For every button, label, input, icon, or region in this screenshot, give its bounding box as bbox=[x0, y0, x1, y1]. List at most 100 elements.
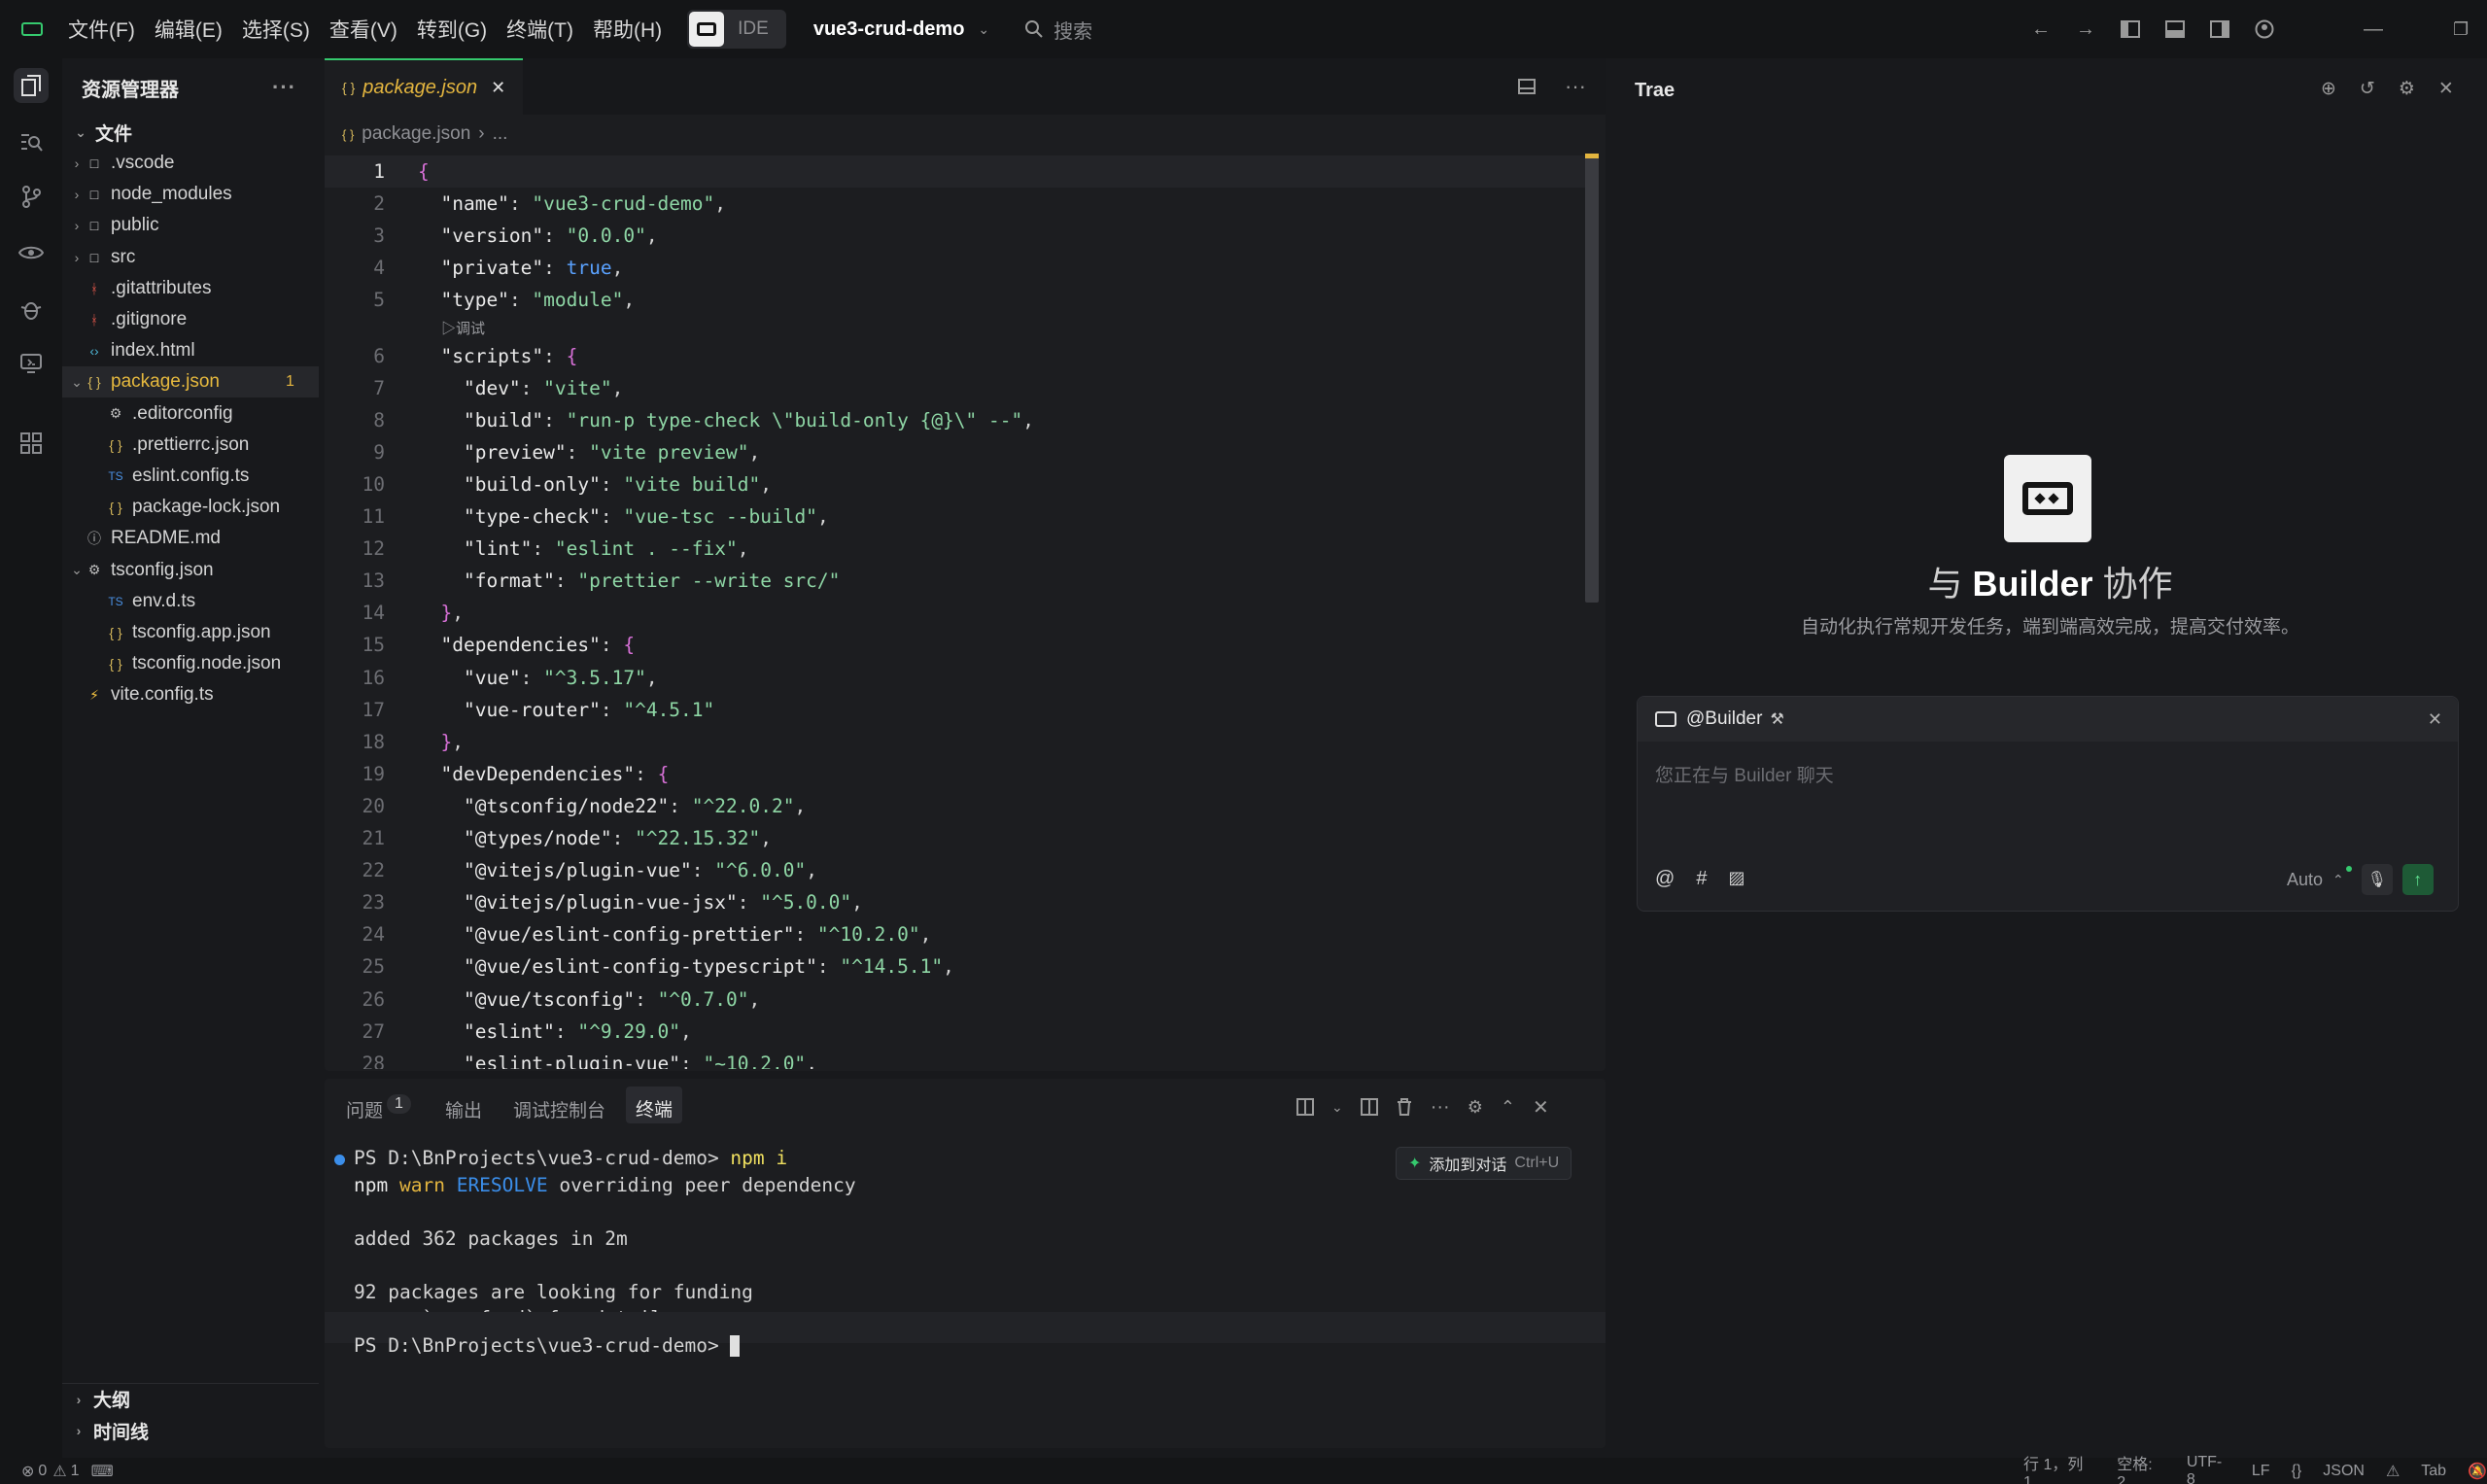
solo-mode-icon[interactable] bbox=[689, 12, 725, 47]
close-chat-icon[interactable]: ✕ bbox=[2438, 78, 2454, 100]
code-area[interactable]: 1{2 "name": "vue3-crud-demo", 3 "version"… bbox=[325, 155, 1588, 1069]
settings-gear-icon[interactable]: ⚙ bbox=[2399, 78, 2415, 100]
codelens-debug[interactable]: ▷调试 bbox=[325, 317, 1588, 340]
history-icon[interactable]: ↺ bbox=[2360, 78, 2375, 100]
more-actions-icon[interactable]: ··· bbox=[272, 75, 296, 100]
warning-count[interactable]: 1 bbox=[71, 1463, 80, 1480]
editor-scrollbar[interactable] bbox=[1585, 155, 1599, 603]
notifications-bell-icon[interactable]: 🔕 bbox=[2468, 1462, 2487, 1481]
explorer-icon[interactable] bbox=[14, 68, 49, 103]
file-tree-item[interactable]: › □ .vscode bbox=[62, 148, 319, 179]
microphone-icon[interactable]: 🎙 bbox=[2361, 864, 2393, 895]
menu-terminal[interactable]: 终端(T) bbox=[506, 15, 573, 44]
panel-more-icon[interactable]: ··· bbox=[1431, 1096, 1450, 1119]
chevron-down-icon[interactable]: ⌄ bbox=[1331, 1099, 1343, 1116]
terminal-settings-icon[interactable]: ⚙ bbox=[1468, 1097, 1483, 1118]
restore-icon[interactable]: ❐ bbox=[2453, 19, 2469, 40]
tab-problems[interactable]: 问题 bbox=[346, 1096, 383, 1122]
file-tree-item[interactable]: ⚙ .editorconfig bbox=[62, 398, 319, 430]
source-control-icon[interactable] bbox=[14, 179, 49, 214]
file-tree-item[interactable]: TS eslint.config.ts bbox=[62, 461, 319, 492]
chevron-up-icon[interactable]: ⌃ bbox=[2332, 872, 2344, 888]
cursor-position[interactable]: 行 1，列 1 bbox=[2023, 1451, 2095, 1484]
file-tree-item[interactable]: { } package-lock.json bbox=[62, 492, 319, 523]
chevron-right-icon[interactable]: › bbox=[70, 250, 84, 265]
project-name[interactable]: vue3-crud-demo bbox=[813, 18, 965, 41]
trash-icon[interactable] bbox=[1396, 1097, 1413, 1117]
preview-eye-icon[interactable] bbox=[14, 235, 49, 270]
editor-more-icon[interactable]: ··· bbox=[1565, 74, 1586, 99]
remove-agent-icon[interactable]: ✕ bbox=[2428, 709, 2442, 730]
outline-section[interactable]: › 大纲 bbox=[62, 1383, 319, 1414]
split-editor-icon[interactable] bbox=[1518, 79, 1537, 94]
maximize-panel-icon[interactable]: ⌃ bbox=[1501, 1097, 1515, 1118]
search-input[interactable]: 搜索 bbox=[1054, 16, 1092, 44]
toggle-secondary-sidebar-icon[interactable] bbox=[2210, 20, 2229, 38]
menu-go[interactable]: 转到(G) bbox=[417, 15, 487, 44]
new-chat-icon[interactable]: ⊕ bbox=[2321, 78, 2336, 100]
chevron-down-icon[interactable]: ⌄ bbox=[70, 374, 84, 391]
tab-debug-console[interactable]: 调试控制台 bbox=[513, 1096, 605, 1122]
extensions-icon[interactable] bbox=[14, 426, 49, 461]
add-to-chat-button[interactable]: ✦ 添加到对话 Ctrl+U bbox=[1396, 1147, 1572, 1180]
braces-icon[interactable]: {} bbox=[2292, 1463, 2302, 1480]
split-terminal-icon[interactable] bbox=[1360, 1098, 1378, 1116]
chevron-down-icon[interactable]: ⌄ bbox=[70, 562, 84, 578]
file-tree-item[interactable]: { } tsconfig.app.json bbox=[62, 617, 319, 648]
file-tree-item[interactable]: ⌄ ⚙ tsconfig.json bbox=[62, 555, 319, 586]
warning-icon[interactable]: ⚠ bbox=[2386, 1462, 2400, 1481]
file-tree-item[interactable]: › □ public bbox=[62, 210, 319, 241]
file-tree-item[interactable]: ⌄{ } package.json 1 bbox=[62, 366, 319, 398]
file-tree-item[interactable]: { } .prettierrc.json bbox=[62, 430, 319, 461]
explorer-root-folder[interactable]: ⌄ 文件 bbox=[62, 117, 319, 148]
menu-edit[interactable]: 编辑(E) bbox=[155, 15, 223, 44]
new-terminal-icon[interactable] bbox=[1296, 1098, 1314, 1116]
ports-icon[interactable]: ⌨ bbox=[91, 1462, 114, 1481]
file-tree-item[interactable]: › □ node_modules bbox=[62, 179, 319, 210]
codelens-label[interactable]: ▷调试 bbox=[441, 318, 485, 338]
timeline-section[interactable]: › 时间线 bbox=[62, 1415, 319, 1446]
chevron-right-icon[interactable]: › bbox=[70, 187, 84, 202]
breadcrumb-file[interactable]: package.json bbox=[362, 123, 470, 145]
tab-mode[interactable]: Tab bbox=[2421, 1463, 2446, 1480]
file-encoding[interactable]: UTF-8 bbox=[2187, 1454, 2230, 1484]
file-tree-item[interactable]: { } tsconfig.node.json bbox=[62, 648, 319, 679]
warning-icon[interactable]: ⚠ bbox=[52, 1462, 66, 1481]
debug-icon[interactable] bbox=[14, 292, 49, 327]
file-tree-item[interactable]: TS env.d.ts bbox=[62, 586, 319, 617]
model-selector[interactable]: Auto bbox=[2287, 870, 2323, 890]
chevron-right-icon[interactable]: › bbox=[70, 218, 84, 233]
breadcrumb-more[interactable]: ... bbox=[493, 123, 508, 145]
menu-help[interactable]: 帮助(H) bbox=[593, 15, 662, 44]
menu-view[interactable]: 查看(V) bbox=[329, 15, 397, 44]
hashtag-icon[interactable]: # bbox=[1696, 868, 1707, 890]
menu-file[interactable]: 文件(F) bbox=[68, 15, 135, 44]
chevron-right-icon[interactable]: › bbox=[70, 155, 84, 171]
file-tree-item[interactable]: ᚼ .gitattributes bbox=[62, 273, 319, 304]
file-tree-item[interactable]: ⓘ README.md bbox=[62, 523, 319, 554]
error-icon[interactable]: ⊗ bbox=[21, 1462, 34, 1481]
error-count[interactable]: 0 bbox=[38, 1463, 47, 1480]
file-tree-item[interactable]: ᚼ .gitignore bbox=[62, 304, 319, 335]
remote-explorer-icon[interactable] bbox=[14, 346, 49, 381]
agent-tag[interactable]: @Builder bbox=[1686, 708, 1762, 730]
image-upload-icon[interactable]: ▨ bbox=[1728, 868, 1744, 890]
forward-arrow-icon[interactable]: → bbox=[2076, 18, 2095, 41]
file-tree-item[interactable]: ‹› index.html bbox=[62, 335, 319, 366]
back-arrow-icon[interactable]: ← bbox=[2031, 18, 2051, 41]
account-icon[interactable] bbox=[2255, 19, 2274, 39]
mention-icon[interactable]: @ bbox=[1655, 868, 1675, 890]
file-tree-item[interactable]: ⚡ vite.config.ts bbox=[62, 679, 319, 710]
tab-terminal[interactable]: 终端 bbox=[626, 1087, 683, 1123]
search-icon[interactable] bbox=[1024, 19, 1044, 39]
toggle-panel-icon[interactable] bbox=[2165, 20, 2185, 38]
toggle-sidebar-icon[interactable] bbox=[2121, 20, 2140, 38]
tab-output[interactable]: 输出 bbox=[445, 1096, 482, 1122]
file-tree-item[interactable]: › □ src bbox=[62, 242, 319, 273]
line-ending[interactable]: LF bbox=[2252, 1463, 2270, 1480]
chevron-down-icon[interactable]: ⌄ bbox=[978, 21, 989, 38]
search-view-icon[interactable] bbox=[14, 124, 49, 159]
chat-message-input[interactable]: 您正在与 Builder 聊天 bbox=[1638, 742, 2458, 839]
close-panel-icon[interactable]: ✕ bbox=[1533, 1095, 1549, 1120]
send-arrow-icon[interactable]: ↑ bbox=[2401, 864, 2434, 895]
